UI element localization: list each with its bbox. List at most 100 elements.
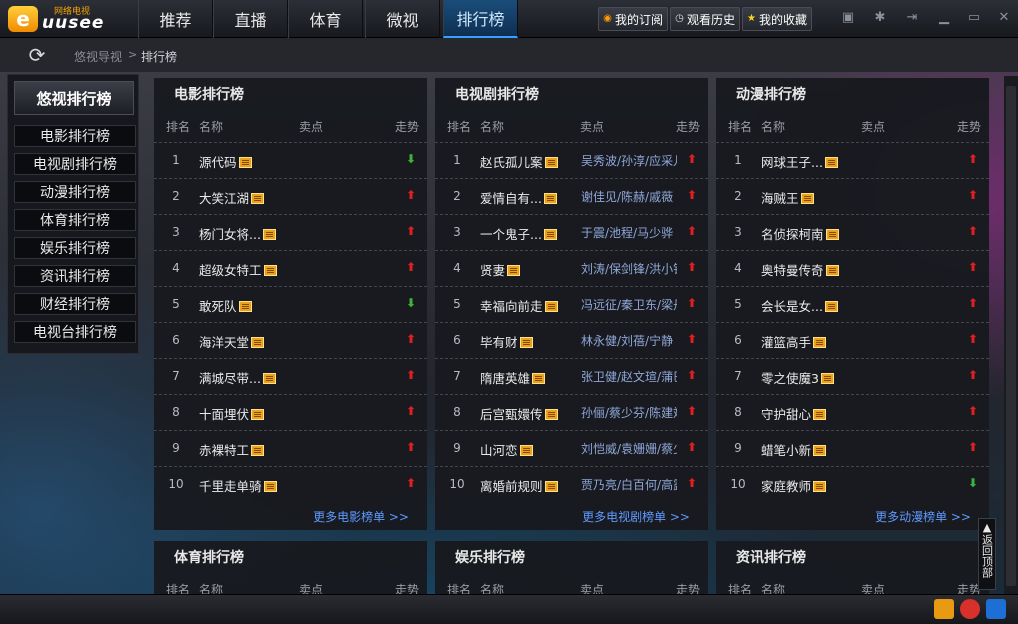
table-row[interactable]: 8 守护甜心 ⬆ [716, 394, 989, 430]
user-icon[interactable] [986, 599, 1006, 619]
news-icon[interactable] [251, 445, 265, 456]
row-name[interactable]: 千里走单骑 [199, 476, 277, 495]
news-icon[interactable] [543, 193, 557, 204]
news-icon[interactable] [519, 445, 533, 456]
row-selling-point[interactable]: 刘恺威/袁姗姗/蔡少芬 [581, 440, 677, 457]
row-name[interactable]: 赤裸特工 [199, 440, 265, 459]
table-row[interactable]: 4 贤妻 刘涛/保剑锋/洪小铃 ⬆ [435, 250, 708, 286]
news-icon[interactable] [238, 301, 252, 312]
bag-icon[interactable] [934, 599, 954, 619]
pin-icon[interactable]: ⇥ [904, 10, 920, 26]
row-selling-point[interactable]: 贾乃亮/白百何/高露 [581, 476, 677, 493]
news-icon[interactable] [824, 157, 838, 168]
row-name[interactable]: 家庭教师 [761, 476, 827, 495]
news-icon[interactable] [813, 409, 827, 420]
table-row[interactable]: 9 蜡笔小新 ⬆ [716, 430, 989, 466]
row-selling-point[interactable]: 林永健/刘蓓/宁静 [581, 332, 677, 349]
row-name[interactable]: 山河恋 [480, 440, 533, 459]
row-name-text[interactable]: 山河恋 [480, 443, 518, 458]
nav-tab-microvideo[interactable]: 微视 [365, 0, 440, 38]
row-name-text[interactable]: 十面埋伏 [199, 407, 249, 422]
row-name-text[interactable]: 海洋天堂 [199, 335, 249, 350]
back-to-top-button[interactable]: ▲ 返回顶部 [978, 518, 996, 590]
my-subscriptions-button[interactable]: ◉ 我的订阅 [598, 7, 668, 31]
row-name-text[interactable]: 蜡笔小新 [761, 443, 811, 458]
row-name-text[interactable]: 源代码 [199, 155, 237, 170]
sidebar-item-1[interactable]: 电视剧排行榜 [14, 153, 136, 175]
table-row[interactable]: 6 毕有财 林永健/刘蓓/宁静 ⬆ [435, 322, 708, 358]
row-name-text[interactable]: 毕有财 [480, 335, 518, 350]
refresh-icon[interactable]: ⟳ [26, 44, 48, 66]
table-row[interactable]: 7 隋唐英雄 张卫健/赵文瑄/蒲巴甲 ⬆ [435, 358, 708, 394]
nav-tab-live[interactable]: 直播 [213, 0, 288, 38]
row-name[interactable]: 海贼王 [761, 188, 814, 207]
table-row[interactable]: 10 离婚前规则 贾乃亮/白百何/高露 ⬆ [435, 466, 708, 502]
table-row[interactable]: 6 灌篮高手 ⬆ [716, 322, 989, 358]
row-name[interactable]: 海洋天堂 [199, 332, 265, 351]
table-row[interactable]: 5 敢死队 ⬇ [154, 286, 427, 322]
row-selling-point[interactable]: 刘涛/保剑锋/洪小铃 [581, 260, 677, 277]
row-name-text[interactable]: 贤妻 [480, 263, 505, 278]
row-name-text[interactable]: 灌篮高手 [761, 335, 811, 350]
row-name-text[interactable]: 爱情自有... [480, 191, 542, 206]
table-row[interactable]: 5 会长是女... ⬆ [716, 286, 989, 322]
row-selling-point[interactable]: 于震/池程/马少骅 [581, 224, 677, 241]
news-icon[interactable] [532, 373, 546, 384]
row-selling-point[interactable]: 张卫健/赵文瑄/蒲巴甲 [581, 368, 677, 385]
row-name-text[interactable]: 奥特曼传奇 [761, 263, 824, 278]
scrollbar-thumb[interactable] [1006, 86, 1016, 586]
weibo-icon[interactable] [960, 599, 980, 619]
news-icon[interactable] [543, 229, 557, 240]
table-row[interactable]: 10 家庭教师 ⬇ [716, 466, 989, 502]
table-row[interactable]: 1 源代码 ⬇ [154, 142, 427, 178]
row-name[interactable]: 幸福向前走 [480, 296, 558, 315]
row-name[interactable]: 十面埋伏 [199, 404, 265, 423]
news-icon[interactable] [507, 265, 521, 276]
news-icon[interactable] [263, 481, 277, 492]
table-row[interactable]: 10 千里走单骑 ⬆ [154, 466, 427, 502]
table-row[interactable]: 1 网球王子... ⬆ [716, 142, 989, 178]
table-row[interactable]: 5 幸福向前走 冯远征/秦卫东/梁丹妮 ⬆ [435, 286, 708, 322]
row-name-text[interactable]: 满城尽带... [199, 371, 261, 386]
row-name[interactable]: 网球王子... [761, 152, 838, 171]
table-row[interactable]: 1 赵氏孤儿案 吴秀波/孙淳/应采儿 ⬆ [435, 142, 708, 178]
maximize-icon[interactable]: ▭ [966, 10, 982, 26]
more-link[interactable]: 更多电影榜单 >> [313, 508, 409, 525]
row-name-text[interactable]: 大笑江湖 [199, 191, 249, 206]
table-row[interactable]: 2 大笑江湖 ⬆ [154, 178, 427, 214]
news-icon[interactable] [263, 265, 277, 276]
more-link[interactable]: 更多动漫榜单 >> [875, 508, 971, 525]
table-row[interactable]: 4 超级女特工 ⬆ [154, 250, 427, 286]
vertical-scrollbar[interactable] [1004, 76, 1018, 594]
table-row[interactable]: 2 海贼王 ⬆ [716, 178, 989, 214]
news-icon[interactable] [813, 481, 827, 492]
row-selling-point[interactable]: 吴秀波/孙淳/应采儿 [581, 152, 677, 169]
sidebar-item-5[interactable]: 资讯排行榜 [14, 265, 136, 287]
table-row[interactable]: 3 一个鬼子... 于震/池程/马少骅 ⬆ [435, 214, 708, 250]
row-name-text[interactable]: 敢死队 [199, 299, 237, 314]
row-name-text[interactable]: 赵氏孤儿案 [480, 155, 543, 170]
dropdown-menu-icon[interactable]: ▣ [840, 10, 856, 26]
row-name[interactable]: 一个鬼子... [480, 224, 557, 243]
row-name[interactable]: 离婚前规则 [480, 476, 558, 495]
table-row[interactable]: 4 奥特曼传奇 ⬆ [716, 250, 989, 286]
row-name[interactable]: 后宫甄嬛传 [480, 404, 558, 423]
row-name[interactable]: 大笑江湖 [199, 188, 265, 207]
table-row[interactable]: 9 山河恋 刘恺威/袁姗姗/蔡少芬 ⬆ [435, 430, 708, 466]
row-selling-point[interactable]: 孙俪/蔡少芬/陈建斌 [581, 404, 677, 421]
nav-tab-recommend[interactable]: 推荐 [138, 0, 213, 38]
row-name-text[interactable]: 家庭教师 [761, 479, 811, 494]
my-favorites-button[interactable]: ★ 我的收藏 [742, 7, 812, 31]
row-name-text[interactable]: 名侦探柯南 [761, 227, 824, 242]
more-link[interactable]: 更多电视剧榜单 >> [582, 508, 690, 525]
table-row[interactable]: 2 爱情自有... 谢佳见/陈赫/戚薇 ⬆ [435, 178, 708, 214]
nav-tab-rankings[interactable]: 排行榜 [443, 0, 518, 38]
table-row[interactable]: 3 名侦探柯南 ⬆ [716, 214, 989, 250]
news-icon[interactable] [262, 229, 276, 240]
row-selling-point[interactable]: 谢佳见/陈赫/戚薇 [581, 188, 677, 205]
table-row[interactable]: 8 十面埋伏 ⬆ [154, 394, 427, 430]
news-icon[interactable] [544, 301, 558, 312]
news-icon[interactable] [813, 337, 827, 348]
row-name-text[interactable]: 零之使魔3 [761, 371, 819, 386]
row-name[interactable]: 隋唐英雄 [480, 368, 546, 387]
